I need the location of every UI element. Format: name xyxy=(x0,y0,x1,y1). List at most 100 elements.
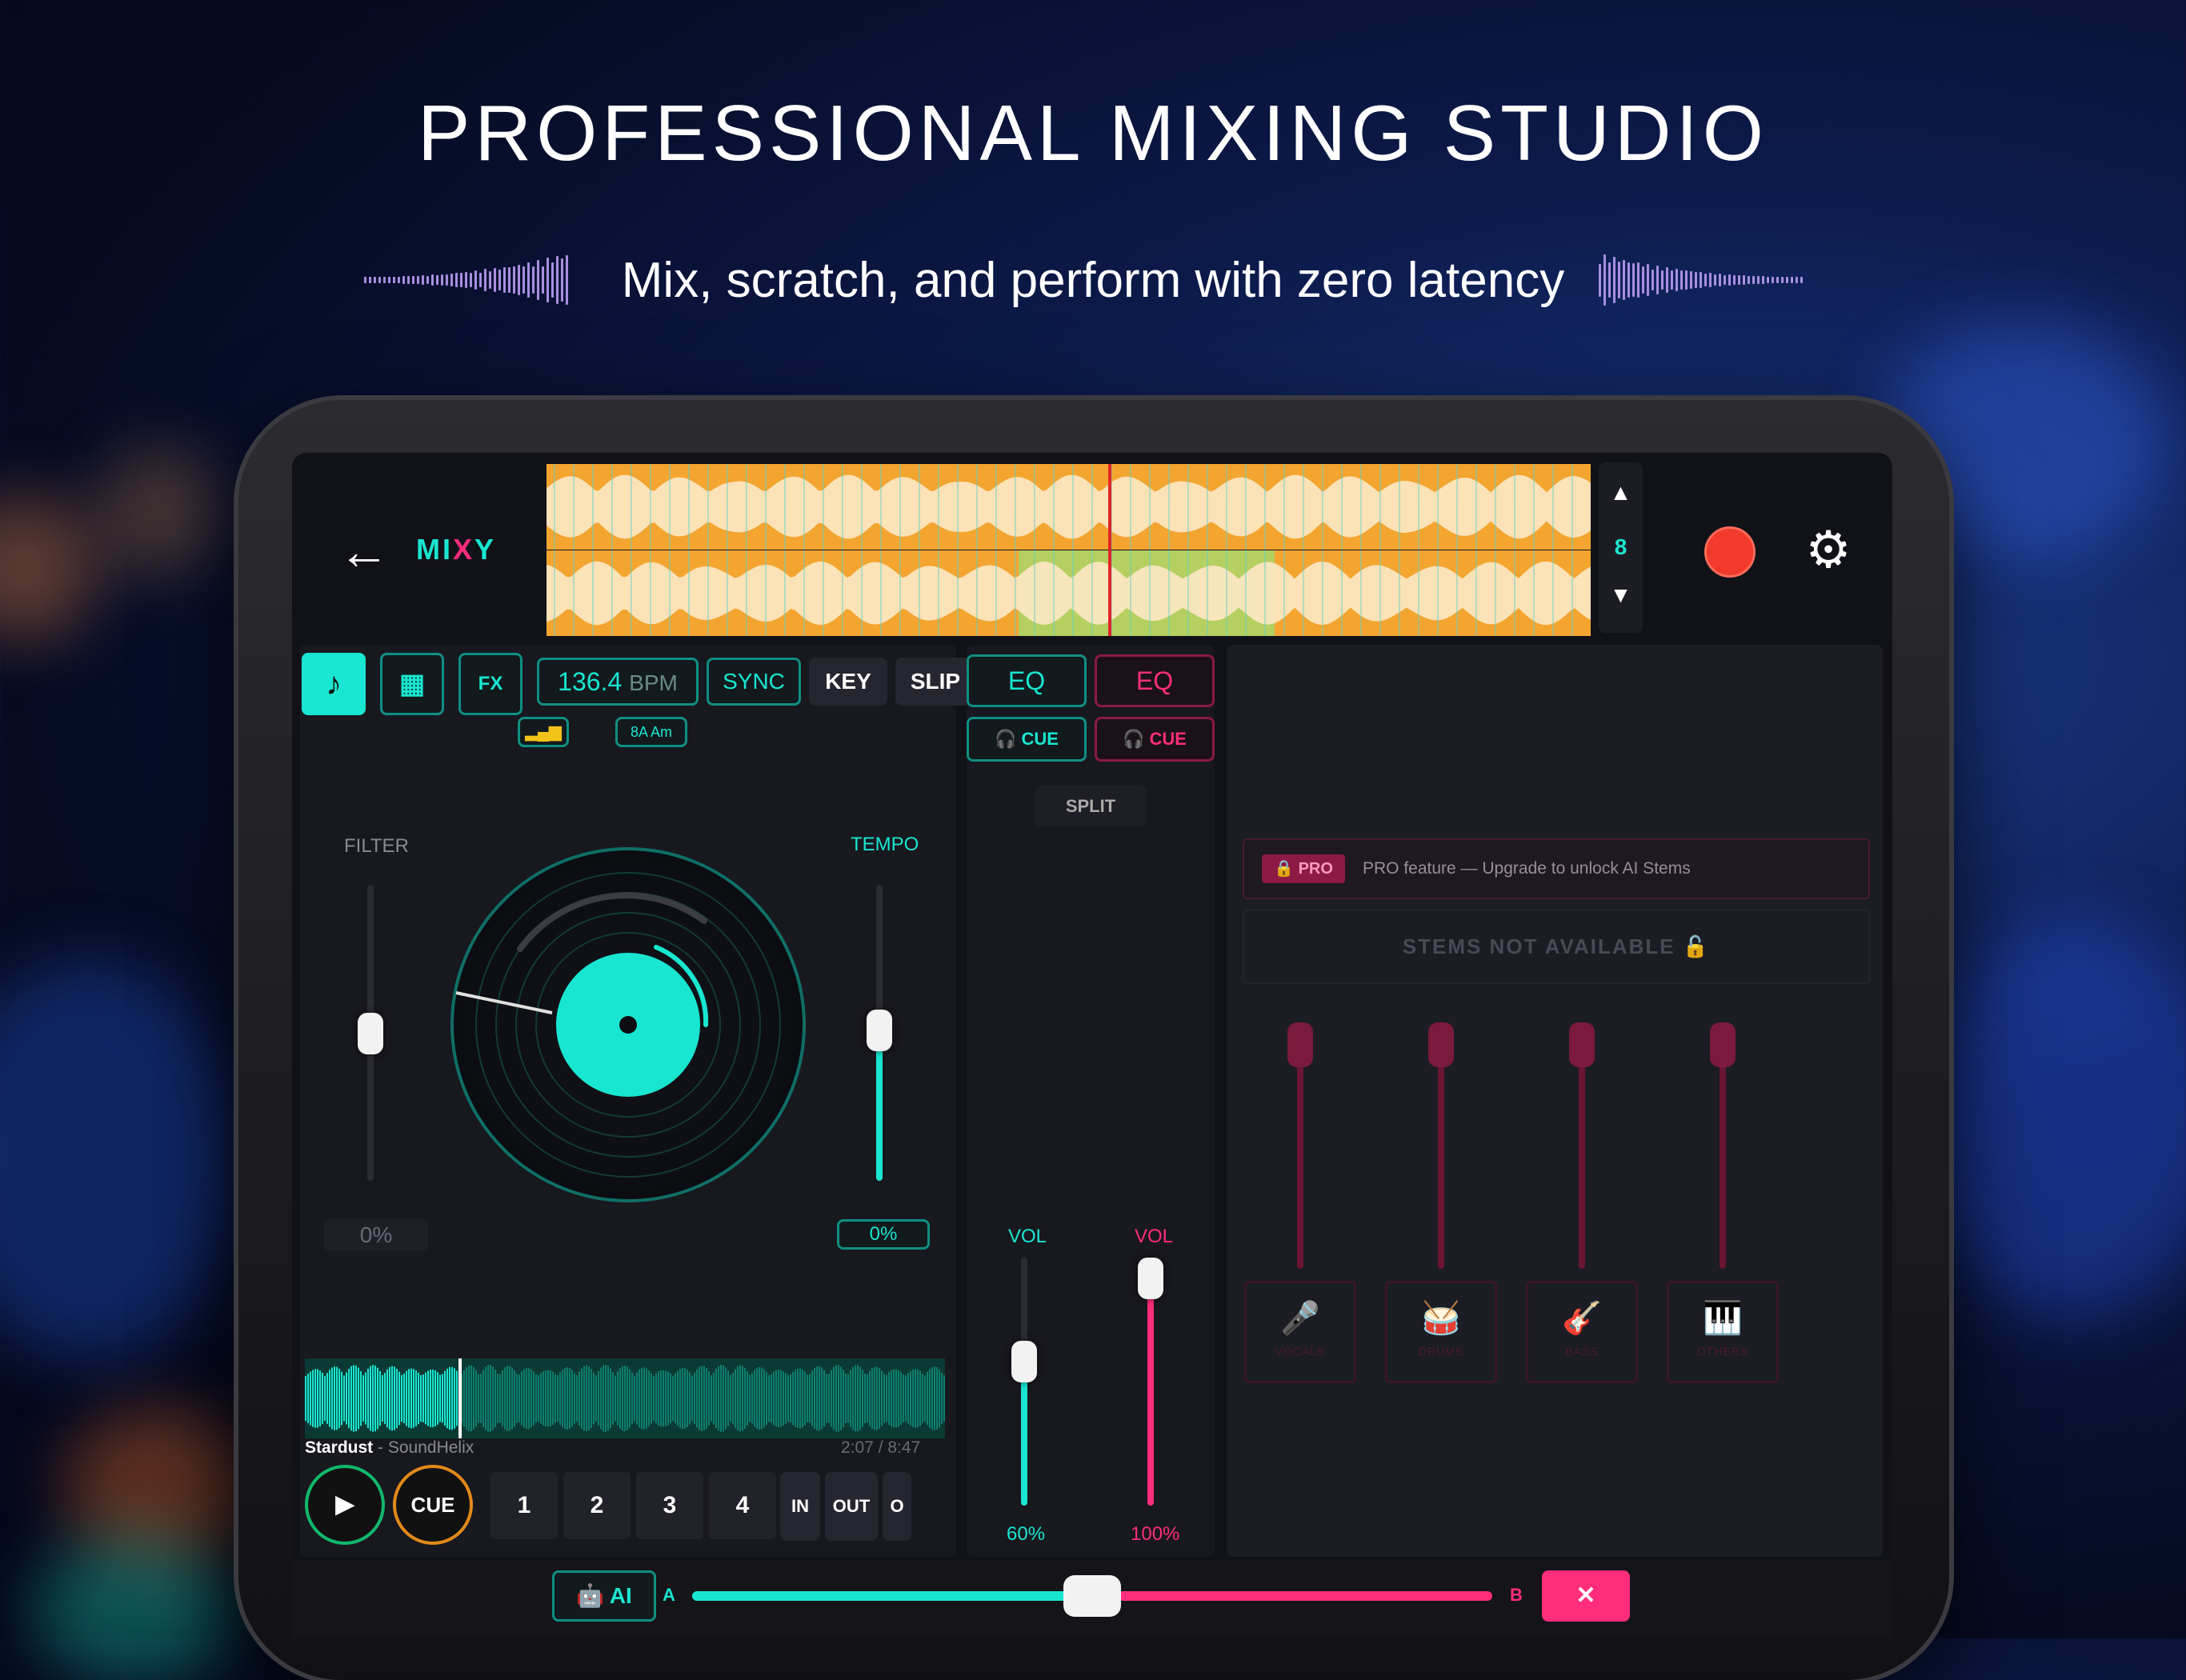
waveform-bar xyxy=(1671,270,1673,290)
track-waveform-bar xyxy=(879,1368,880,1429)
waveform-overview-deck-a[interactable] xyxy=(546,464,1591,550)
hotcue-pad-4[interactable]: 4 xyxy=(709,1472,776,1539)
track-waveform-bar xyxy=(718,1366,719,1431)
bpm-display[interactable]: 136.4 BPM xyxy=(537,658,699,706)
track-waveform-bar xyxy=(831,1370,832,1427)
track-waveform-bar xyxy=(603,1365,604,1432)
track-waveform-bar xyxy=(526,1368,527,1429)
track-waveform-bar xyxy=(684,1368,686,1429)
jog-wheel[interactable] xyxy=(448,845,808,1205)
volume-slider-knob-b[interactable] xyxy=(1138,1258,1163,1299)
track-waveform-bar xyxy=(864,1373,866,1424)
play-button[interactable]: ▶ xyxy=(305,1465,385,1545)
cue-headphone-button-b[interactable]: 🎧 CUE xyxy=(1095,717,1215,762)
track-waveform-bar xyxy=(778,1369,779,1428)
loop-in-button[interactable]: IN xyxy=(780,1472,820,1541)
chevron-down-icon[interactable]: ▼ xyxy=(1599,582,1643,608)
track-waveform-bar xyxy=(583,1366,585,1431)
track-waveform-bar xyxy=(446,1368,448,1429)
track-waveform-bar xyxy=(631,1372,633,1425)
track-waveform-bar xyxy=(314,1369,316,1428)
track-waveform-bar xyxy=(379,1370,381,1426)
track-waveform-bar xyxy=(418,1372,419,1425)
waveform-overview-deck-b[interactable] xyxy=(546,550,1591,636)
ai-button[interactable]: 🤖 AI xyxy=(552,1570,656,1622)
track-waveform-bar xyxy=(665,1370,667,1426)
track-waveform-bar xyxy=(480,1374,482,1423)
track-waveform-bar xyxy=(341,1371,342,1426)
split-button[interactable]: SPLIT xyxy=(1035,786,1147,827)
track-waveform-bar xyxy=(310,1371,311,1426)
track-waveform-bar xyxy=(679,1369,681,1428)
eq-button-a[interactable]: EQ xyxy=(967,654,1087,707)
volume-slider-knob-a[interactable] xyxy=(1011,1341,1037,1382)
track-waveform-bar xyxy=(451,1366,453,1430)
track-waveform-bar xyxy=(535,1374,537,1423)
track-waveform-bar xyxy=(413,1369,414,1428)
track-waveform[interactable] xyxy=(305,1358,945,1438)
loop-toggle-button[interactable]: O xyxy=(883,1472,911,1541)
pro-banner[interactable]: 🔒 PRO PRO feature — Upgrade to unlock AI… xyxy=(1243,838,1870,899)
hotcue-pad-1[interactable]: 1 xyxy=(490,1472,558,1539)
stem-slider-knob[interactable] xyxy=(1710,1022,1736,1067)
track-waveform-bar xyxy=(867,1374,868,1422)
track-waveform-bar xyxy=(907,1373,909,1424)
slip-button[interactable]: SLIP xyxy=(895,658,975,706)
hotcue-pad-3[interactable]: 3 xyxy=(636,1472,703,1539)
key-button[interactable]: KEY xyxy=(809,658,887,706)
music-mode-button[interactable]: ♪ xyxy=(302,653,366,715)
track-waveform-bar xyxy=(490,1365,491,1432)
track-waveform-bar xyxy=(919,1370,921,1426)
stem-button-others[interactable]: 🎹 OTHERS xyxy=(1667,1281,1779,1383)
sync-button[interactable]: SYNC xyxy=(707,658,801,706)
track-waveform-bar xyxy=(437,1372,438,1425)
track-waveform-bar xyxy=(569,1368,571,1429)
close-icon[interactable]: ✕ xyxy=(1542,1570,1630,1622)
track-waveform-bar xyxy=(634,1375,635,1422)
crossfader-track-b[interactable] xyxy=(1092,1591,1492,1601)
hotcue-pad-2[interactable]: 2 xyxy=(563,1472,631,1539)
track-waveform-bar xyxy=(607,1366,609,1431)
filter-slider-knob[interactable] xyxy=(358,1013,383,1054)
eq-button-b[interactable]: EQ xyxy=(1095,654,1215,707)
track-waveform-bar xyxy=(555,1374,556,1423)
gear-icon[interactable]: ⚙ xyxy=(1800,522,1856,578)
cue-button[interactable]: CUE xyxy=(393,1465,473,1545)
track-waveform-bar xyxy=(751,1373,753,1424)
record-button[interactable] xyxy=(1704,526,1756,578)
loop-out-button[interactable]: OUT xyxy=(825,1472,878,1541)
stem-button-drums[interactable]: 🥁 DRUMS xyxy=(1385,1281,1497,1383)
stem-slider-knob[interactable] xyxy=(1569,1022,1595,1067)
track-waveform-bar xyxy=(492,1366,494,1430)
track-waveform-bar xyxy=(655,1373,657,1424)
tempo-slider-knob[interactable] xyxy=(867,1010,892,1051)
cue-headphone-button-a[interactable]: 🎧 CUE xyxy=(967,717,1087,762)
waveform-bar xyxy=(1642,266,1644,294)
back-arrow-icon[interactable]: ← xyxy=(336,523,392,579)
track-waveform-bar xyxy=(811,1370,813,1426)
track-waveform-bar xyxy=(727,1370,729,1426)
crossfader-track-a[interactable] xyxy=(692,1591,1092,1601)
track-waveform-bar xyxy=(845,1374,847,1423)
track-waveform-bar xyxy=(410,1368,412,1429)
waveform-bar xyxy=(1743,275,1745,285)
stem-button-vocals[interactable]: 🎤 VOCALS xyxy=(1244,1281,1356,1383)
headphones-icon: 🎧 xyxy=(1123,729,1145,749)
chevron-up-icon[interactable]: ▲ xyxy=(1599,480,1643,506)
track-waveform-bar xyxy=(386,1369,388,1428)
waveform-bar xyxy=(1733,274,1736,286)
track-waveform-bar xyxy=(828,1374,830,1423)
track-waveform-bar xyxy=(732,1372,734,1425)
track-waveform-bar xyxy=(427,1370,429,1426)
zoom-level: 8 xyxy=(1614,534,1627,559)
stem-button-bass[interactable]: 🎸 BASS xyxy=(1526,1281,1638,1383)
stem-slider-knob[interactable] xyxy=(1287,1022,1313,1067)
track-waveform-bar xyxy=(703,1366,705,1431)
crossfader-knob[interactable] xyxy=(1063,1575,1121,1617)
fx-mode-button[interactable]: FX xyxy=(458,653,522,715)
track-waveform-bar xyxy=(504,1367,506,1430)
stem-slider-knob[interactable] xyxy=(1428,1022,1454,1067)
track-title: Stardust xyxy=(305,1438,374,1457)
track-waveform-bar xyxy=(581,1368,583,1429)
grid-mode-button[interactable]: ▦ xyxy=(380,653,444,715)
